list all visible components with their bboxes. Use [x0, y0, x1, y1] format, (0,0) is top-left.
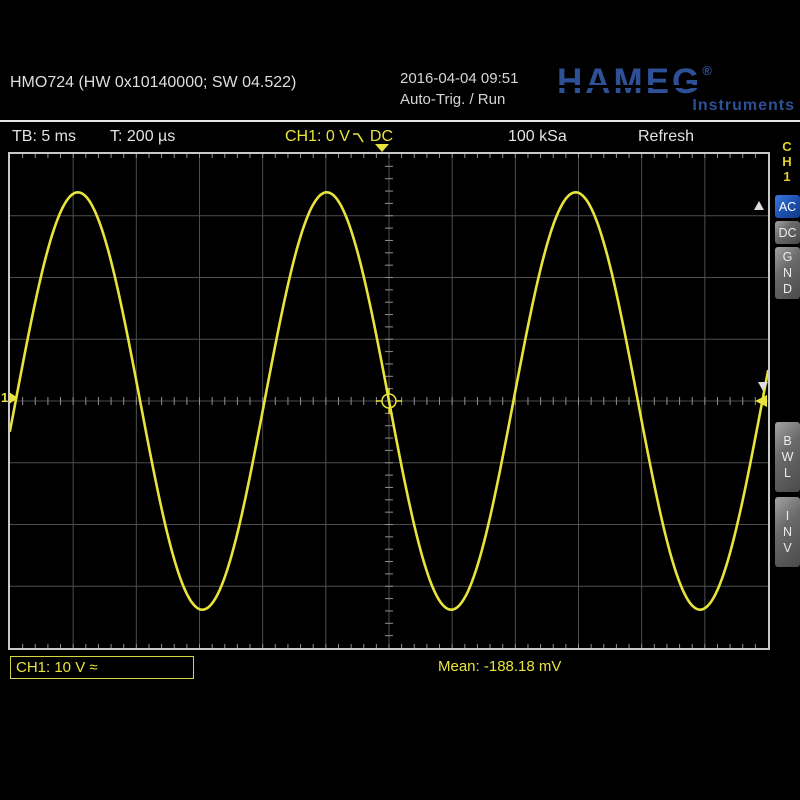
falling-edge-icon [352, 130, 368, 145]
timebase-readout[interactable]: TB: 5 ms [12, 128, 76, 146]
trigger-run-status: Auto-Trig. / Run [400, 91, 505, 108]
coupling-dc-button[interactable]: DC [775, 221, 800, 244]
graticule-grid [10, 154, 768, 648]
time-offset-readout[interactable]: T: 200 µs [110, 128, 175, 146]
brand-logo: HAMEG® Instruments [557, 64, 795, 115]
sidebar-channel-label: CH1 [777, 139, 797, 184]
acquisition-mode-readout[interactable]: Refresh [638, 128, 694, 146]
ch1-reference-arrow-icon [9, 392, 18, 404]
mean-measurement-readout: Mean: -188.18 mV [438, 658, 561, 675]
range-up-marker[interactable] [754, 201, 764, 210]
logo-stripe [557, 85, 785, 88]
bandwidth-limit-button[interactable]: BWL [775, 422, 800, 492]
device-model-title: HMO724 (HW 0x10140000; SW 04.522) [10, 74, 296, 92]
header-divider [0, 120, 800, 122]
ch1-reference-marker[interactable]: 1 [1, 390, 18, 405]
scope-graticule [8, 152, 770, 650]
waveform-display [10, 154, 768, 648]
trigger-position-marker[interactable] [375, 144, 389, 152]
ch1-scale-readout[interactable]: CH1: 10 V ≈ [10, 656, 194, 679]
coupling-ac-button[interactable]: AC [775, 195, 800, 218]
registered-mark: ® [702, 63, 715, 78]
invert-button[interactable]: INV [775, 497, 800, 567]
datetime: 2016-04-04 09:51 [400, 70, 518, 87]
sample-rate-readout: 100 kSa [508, 128, 567, 146]
range-down-marker[interactable] [758, 382, 768, 391]
ch1-reference-number: 1 [1, 390, 8, 405]
brand-logo-text: HAMEG® [557, 62, 715, 101]
oscilloscope-screen: { "header": { "model": "HMO724 (HW 0x101… [0, 0, 800, 800]
coupling-gnd-button[interactable]: GND [775, 247, 800, 299]
trigger-source-label: CH1: 0 V [285, 128, 350, 146]
